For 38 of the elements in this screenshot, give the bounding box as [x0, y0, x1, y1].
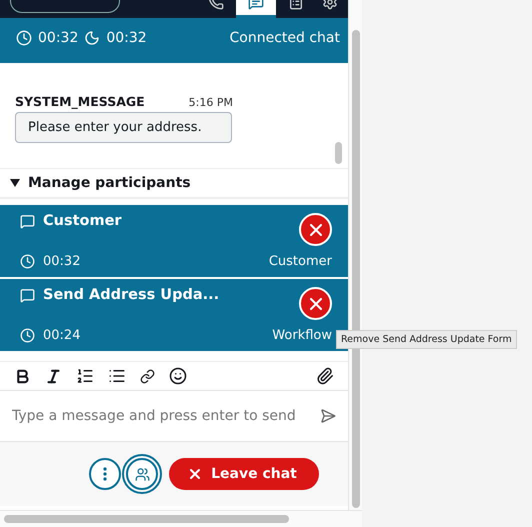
- emoji-button[interactable]: [169, 367, 187, 385]
- scrollbar-thumb[interactable]: [335, 142, 342, 164]
- nav-tab[interactable]: [236, 0, 276, 18]
- participant-role: Customer: [268, 254, 332, 269]
- participant-name: Send Address Upda...: [43, 287, 220, 303]
- contact-status: Connected chat: [230, 30, 340, 46]
- remove-button[interactable]: [299, 213, 332, 246]
- clock-icon: [20, 328, 35, 343]
- status-pill[interactable]: [10, 0, 120, 13]
- speech-bubble-icon: [20, 214, 35, 228]
- participant-time: 00:32: [43, 254, 80, 269]
- triangle-icon: [10, 178, 20, 188]
- speech-bubble-icon: [20, 288, 35, 302]
- link-button[interactable]: [140, 368, 155, 384]
- bullet-list-button[interactable]: [108, 367, 126, 385]
- participant-time: 00:24: [43, 328, 80, 343]
- tooltip: Remove Send Address Update Form: [336, 330, 517, 349]
- clock-icon: [16, 30, 32, 46]
- numbered-list-button[interactable]: [76, 367, 94, 385]
- participant-name: Customer: [43, 213, 122, 229]
- italic-button[interactable]: [45, 368, 62, 384]
- more-icon: [103, 467, 108, 481]
- message-bubble: Please enter your address.: [15, 112, 232, 143]
- bold-button[interactable]: [14, 368, 31, 384]
- scrollbar-thumb[interactable]: [4, 515, 289, 523]
- people-icon: [134, 466, 150, 482]
- more-button[interactable]: [89, 458, 122, 490]
- clock-icon: [20, 254, 35, 269]
- moon-icon: [84, 30, 100, 46]
- leave-chat-button[interactable]: Leave chat: [169, 458, 319, 490]
- after-contact-time: 00:32: [106, 30, 147, 46]
- message-time: 5:16 PM: [188, 96, 233, 109]
- send-button[interactable]: [320, 408, 336, 424]
- elapsed-time: 00:32: [38, 30, 78, 46]
- remove-button[interactable]: [299, 287, 332, 320]
- participant-role: Workflow: [272, 328, 332, 343]
- attach-button[interactable]: [316, 367, 334, 385]
- message-sender: SYSTEM_MESSAGE: [15, 94, 145, 109]
